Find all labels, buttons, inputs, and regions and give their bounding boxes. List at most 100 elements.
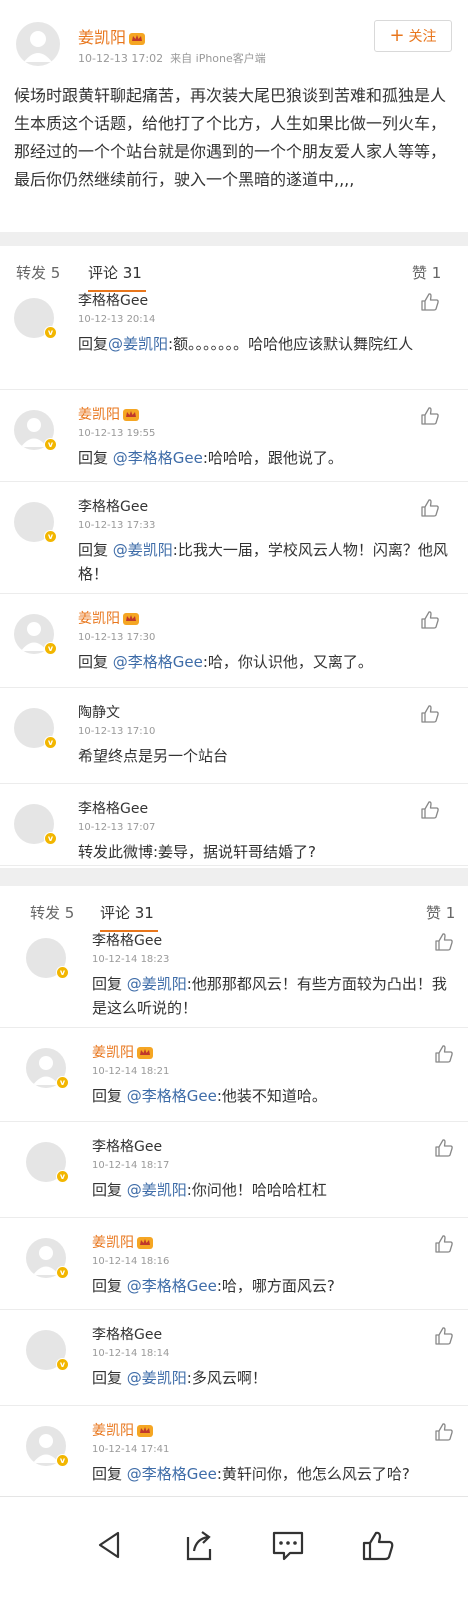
- tab-comments[interactable]: 评论 31: [100, 902, 154, 923]
- tab-comments[interactable]: 评论 31: [88, 262, 142, 283]
- mention-link[interactable]: @李格格Gee: [113, 653, 203, 671]
- mention-link[interactable]: @李格格Gee: [127, 1277, 217, 1295]
- comment-item[interactable]: v 姜凯阳 10-12-14 18:21 回复 @李格格Gee:他装不知道哈。: [0, 1028, 468, 1122]
- commenter-name[interactable]: 姜凯阳: [92, 1420, 153, 1440]
- comment-item[interactable]: v 李格格Gee 10-12-14 18:23 回复 @姜凯阳:他那那都风云！有些方面…: [0, 933, 468, 1028]
- verified-badge-icon: v: [56, 1358, 69, 1371]
- comment-text: 回复 @李格格Gee:他装不知道哈。: [92, 1084, 458, 1108]
- comment-like-icon[interactable]: [434, 1326, 454, 1346]
- comment-like-icon[interactable]: [434, 932, 454, 952]
- vip-crown-icon: [137, 1047, 153, 1059]
- commenter-name[interactable]: 李格格Gee: [92, 930, 162, 950]
- commenter-name[interactable]: 姜凯阳: [78, 404, 139, 424]
- back-icon[interactable]: [90, 1527, 130, 1563]
- comment-time: 10-12-13 19:55: [78, 428, 156, 439]
- tab-likes[interactable]: 赞 1: [412, 262, 441, 283]
- comment-time: 10-12-14 18:21: [92, 1066, 170, 1077]
- mention-link[interactable]: @姜凯阳: [113, 541, 173, 559]
- commenter-name[interactable]: 李格格Gee: [92, 1136, 162, 1156]
- verified-badge-icon: v: [56, 1076, 69, 1089]
- commenter-name[interactable]: 姜凯阳: [92, 1232, 153, 1252]
- comment-item[interactable]: v 李格格Gee 10-12-13 17:07 转发此微博:姜导，据说轩哥结婚了?: [0, 784, 468, 866]
- vip-crown-icon: [123, 409, 139, 421]
- comment-body: :额。。。。。。。哈哈他应该默认舞院红人: [168, 335, 414, 353]
- mention-link[interactable]: @李格格Gee: [127, 1087, 217, 1105]
- comment-like-icon[interactable]: [434, 1234, 454, 1254]
- comment-icon[interactable]: [268, 1527, 308, 1563]
- comment-body: :黄轩问你，他怎么风云了哈?: [216, 1465, 410, 1483]
- comment-item[interactable]: v 李格格Gee 10-12-13 20:14 回复@姜凯阳:额。。。。。。。哈哈他应…: [0, 293, 468, 390]
- mention-link[interactable]: @姜凯阳: [127, 975, 187, 993]
- mention-link[interactable]: @姜凯阳: [108, 335, 168, 353]
- commenter-name[interactable]: 陶静文: [78, 702, 120, 722]
- reply-prefix: 回复: [92, 1369, 127, 1387]
- comment-item[interactable]: v 李格格Gee 10-12-14 18:17 回复 @姜凯阳:你问他！哈哈哈杠杠: [0, 1122, 468, 1218]
- reply-prefix: 回复: [78, 541, 113, 559]
- commenter-name[interactable]: 李格格Gee: [78, 798, 148, 818]
- section-divider: [0, 868, 468, 886]
- comment-body: :你问他！哈哈哈杠杠: [186, 1181, 327, 1199]
- reply-prefix: 回复: [92, 1277, 127, 1295]
- commenter-name[interactable]: 李格格Gee: [92, 1324, 162, 1344]
- mention-link[interactable]: @李格格Gee: [113, 449, 203, 467]
- comment-like-icon[interactable]: [420, 292, 440, 312]
- commenter-name-text: 姜凯阳: [78, 407, 120, 423]
- follow-button[interactable]: + 关注: [374, 20, 452, 52]
- reply-prefix: 回复: [92, 1181, 127, 1199]
- plus-icon: +: [389, 25, 405, 46]
- tab-repost[interactable]: 转发 5: [16, 262, 60, 283]
- comment-body: :多风云啊！: [186, 1369, 267, 1387]
- comment-text: 回复 @李格格Gee:哈哈哈，跟他说了。: [78, 446, 458, 470]
- verified-badge-icon: v: [56, 966, 69, 979]
- comment-like-icon[interactable]: [434, 1044, 454, 1064]
- commenter-name-text: 李格格Gee: [92, 933, 163, 949]
- commenter-name-text: 李格格Gee: [92, 1327, 163, 1343]
- comment-time: 10-12-13 20:14: [78, 314, 156, 325]
- section-divider: [0, 232, 468, 246]
- comment-time: 10-12-14 18:14: [92, 1348, 170, 1359]
- comment-like-icon[interactable]: [420, 406, 440, 426]
- mention-link[interactable]: @姜凯阳: [127, 1369, 187, 1387]
- mention-link[interactable]: @李格格Gee: [127, 1465, 217, 1483]
- tab-bar: 转发 5 评论 31 赞 1: [0, 246, 468, 296]
- commenter-name-text: 李格格Gee: [92, 1139, 163, 1155]
- comment-item[interactable]: v 姜凯阳 10-12-14 18:16 回复 @李格格Gee:哈，哪方面风云?: [0, 1218, 468, 1310]
- reply-prefix: 回复: [78, 653, 113, 671]
- verified-badge-icon: v: [44, 642, 57, 655]
- verified-badge-icon: v: [44, 438, 57, 451]
- commenter-name-text: 陶静文: [78, 705, 120, 721]
- commenter-name[interactable]: 姜凯阳: [78, 608, 139, 628]
- comment-like-icon[interactable]: [420, 610, 440, 630]
- commenter-name-text: 李格格Gee: [78, 499, 149, 515]
- post-meta: 10-12-13 17:02 来自 iPhone客户端: [78, 52, 266, 65]
- tab-bar: 转发 5 评论 31 赞 1: [0, 886, 468, 936]
- commenter-name[interactable]: 姜凯阳: [92, 1042, 153, 1062]
- comment-item[interactable]: v 陶静文 10-12-13 17:10 希望终点是另一个站台: [0, 688, 468, 784]
- share-icon[interactable]: [178, 1527, 218, 1563]
- comment-like-icon[interactable]: [434, 1422, 454, 1442]
- comment-text: 回复 @李格格Gee:黄轩问你，他怎么风云了哈?: [92, 1462, 458, 1486]
- comment-like-icon[interactable]: [420, 498, 440, 518]
- comment-item[interactable]: v 李格格Gee 10-12-14 18:14 回复 @姜凯阳:多风云啊！: [0, 1310, 468, 1406]
- tab-repost[interactable]: 转发 5: [30, 902, 74, 923]
- bottom-toolbar: [0, 1496, 468, 1600]
- tab-likes[interactable]: 赞 1: [426, 902, 455, 923]
- comment-item[interactable]: v 李格格Gee 10-12-13 17:33 回复 @姜凯阳:比我大一届，学校风云人…: [0, 482, 468, 594]
- commenter-name[interactable]: 李格格Gee: [78, 496, 148, 516]
- commenter-name[interactable]: 李格格Gee: [78, 290, 148, 310]
- comment-time: 10-12-13 17:30: [78, 632, 156, 643]
- commenter-name-text: 李格格Gee: [78, 293, 149, 309]
- vip-crown-icon: [137, 1237, 153, 1249]
- comment-item[interactable]: v 姜凯阳 10-12-13 19:55 回复 @李格格Gee:哈哈哈，跟他说了。: [0, 390, 468, 482]
- comment-like-icon[interactable]: [420, 704, 440, 724]
- like-icon[interactable]: [358, 1527, 398, 1563]
- author-avatar[interactable]: [16, 22, 60, 66]
- comment-item[interactable]: v 姜凯阳 10-12-13 17:30 回复 @李格格Gee:哈，你认识他，又离了。: [0, 594, 468, 688]
- author-name[interactable]: 姜凯阳: [78, 24, 146, 48]
- comment-like-icon[interactable]: [434, 1138, 454, 1158]
- reply-prefix: 回复: [78, 335, 109, 353]
- comment-like-icon[interactable]: [420, 800, 440, 820]
- comment-text: 回复 @李格格Gee:哈，哪方面风云?: [92, 1274, 458, 1298]
- verified-badge-icon: v: [44, 326, 57, 339]
- mention-link[interactable]: @姜凯阳: [127, 1181, 187, 1199]
